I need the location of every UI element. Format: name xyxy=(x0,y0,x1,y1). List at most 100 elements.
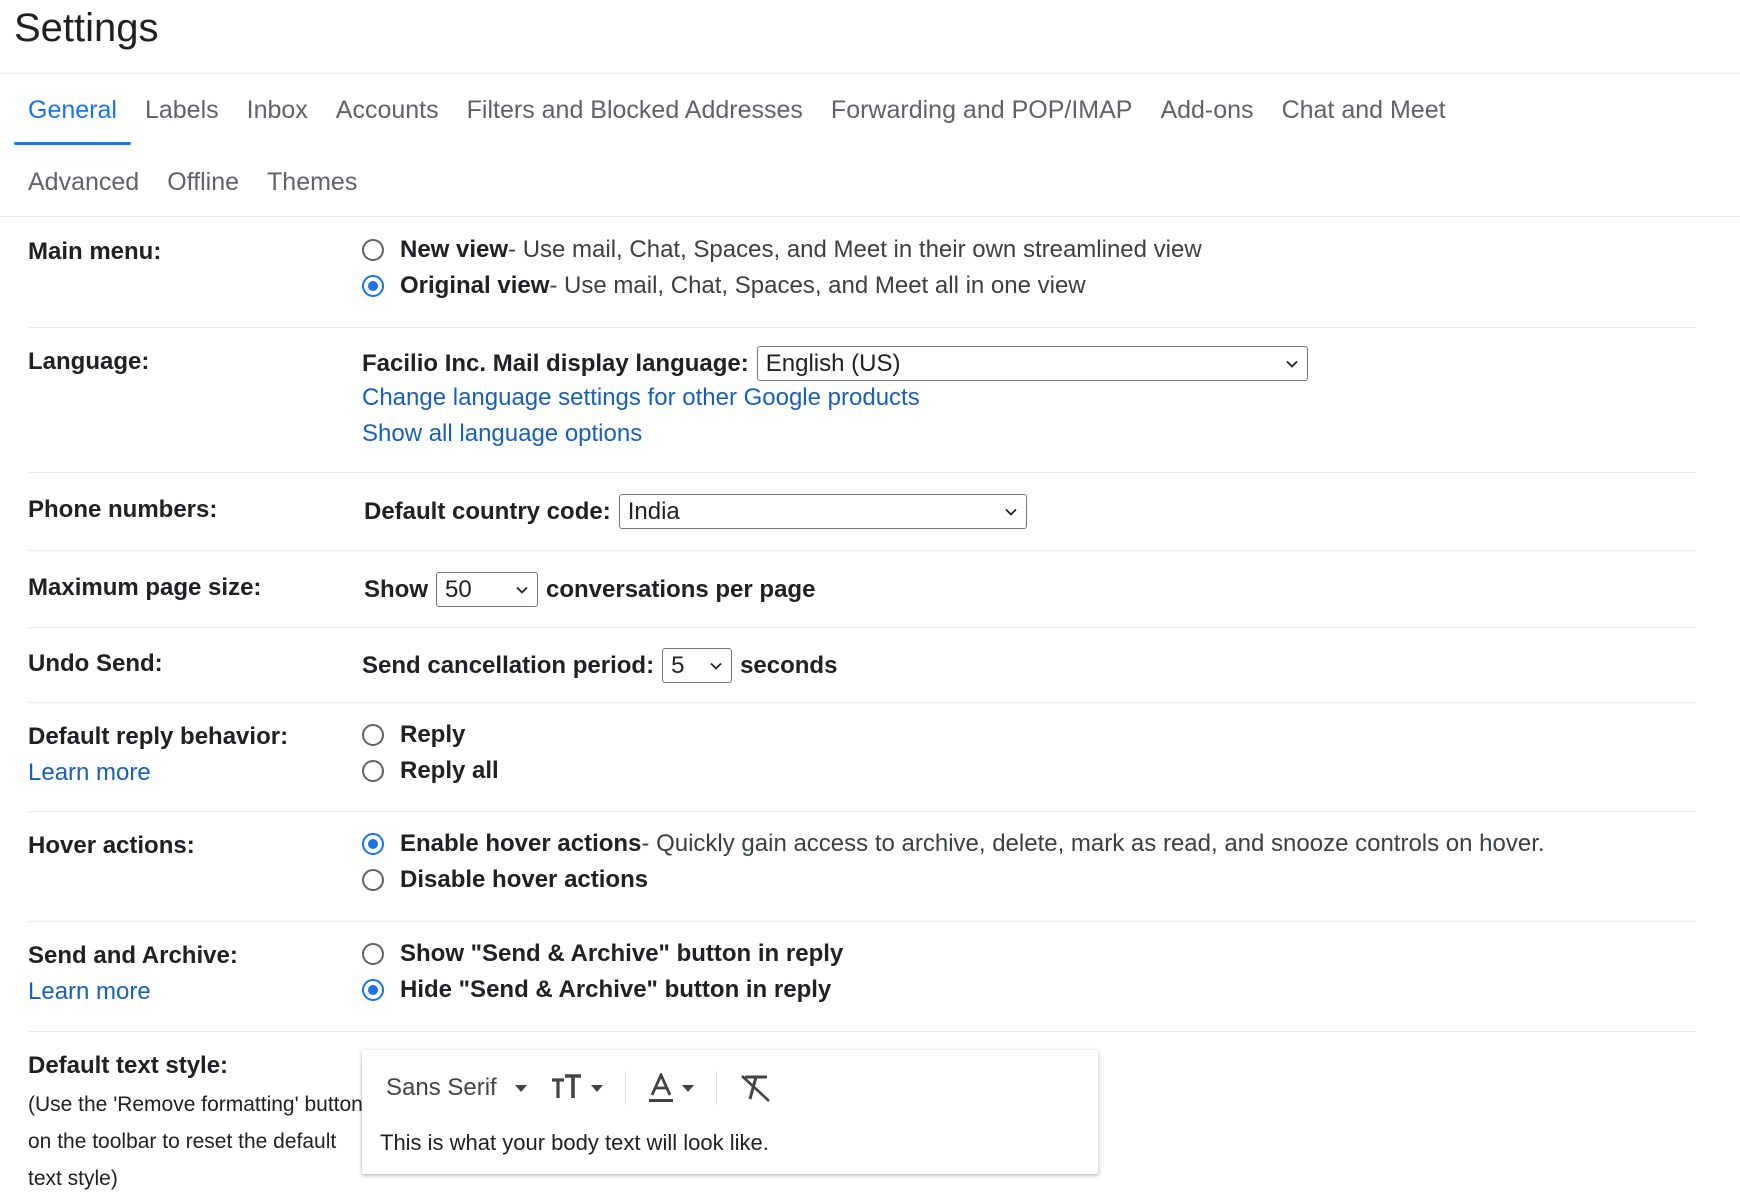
text-color-button[interactable] xyxy=(648,1073,694,1103)
chevron-down-icon xyxy=(710,662,722,670)
text-size-icon xyxy=(551,1074,581,1098)
country-code-value: India xyxy=(627,497,680,525)
new-view-desc: - Use mail, Chat, Spaces, and Meet in th… xyxy=(508,236,1202,263)
text-style-sample: This is what your body text will look li… xyxy=(380,1130,769,1155)
hide-send-archive-radio[interactable] xyxy=(362,979,384,1001)
caret-down-icon xyxy=(681,1084,694,1092)
page-size-prefix: Show xyxy=(364,575,428,603)
tab-labels[interactable]: Labels xyxy=(131,80,233,140)
original-view-title: Original view xyxy=(400,272,550,299)
disable-hover-option[interactable]: Disable hover actions xyxy=(362,866,648,894)
original-view-desc: - Use mail, Chat, Spaces, and Meet all i… xyxy=(549,272,1086,299)
text-color-icon xyxy=(648,1073,673,1102)
cancellation-period-select[interactable]: 5 xyxy=(662,648,733,683)
page-size-value: 50 xyxy=(445,575,472,603)
divider xyxy=(28,550,1696,551)
cancellation-period-value: 5 xyxy=(671,651,685,679)
send-archive-learn-more-link[interactable]: Learn more xyxy=(28,978,151,1006)
show-language-options-link[interactable]: Show all language options xyxy=(362,420,642,448)
settings-page: Settings General Labels Inbox Accounts F… xyxy=(0,0,1740,1200)
divider xyxy=(28,1031,1696,1032)
display-language-label: Facilio Inc. Mail display language: xyxy=(362,349,749,377)
reply-all-title: Reply all xyxy=(400,757,499,784)
tab-advanced[interactable]: Advanced xyxy=(14,152,153,212)
send-archive-setting: Send and Archive: Learn more Show "Send … xyxy=(28,940,1696,1030)
text-style-editor: Sans Serif This is what your body text w… xyxy=(362,1050,1098,1174)
show-send-archive-radio[interactable] xyxy=(362,943,384,965)
undo-send-row: Send cancellation period: 5 seconds xyxy=(362,648,837,683)
new-view-title: New view xyxy=(400,236,509,263)
text-size-button[interactable] xyxy=(551,1074,603,1102)
divider xyxy=(28,327,1696,328)
reply-title: Reply xyxy=(400,721,466,748)
country-code-label: Default country code: xyxy=(364,497,611,525)
show-send-archive-title: Show "Send & Archive" button in reply xyxy=(400,940,844,967)
tab-inbox[interactable]: Inbox xyxy=(233,80,322,140)
cancellation-period-suffix: seconds xyxy=(740,651,838,679)
disable-hover-title: Disable hover actions xyxy=(400,866,649,893)
country-code-select[interactable]: India xyxy=(618,494,1027,529)
remove-formatting-icon xyxy=(740,1075,770,1102)
hide-send-archive-title: Hide "Send & Archive" button in reply xyxy=(400,976,832,1003)
caret-down-icon xyxy=(590,1084,603,1092)
phone-numbers-setting: Phone numbers: Default country code: Ind… xyxy=(28,492,1696,542)
enable-hover-title: Enable hover actions xyxy=(400,830,642,857)
original-view-radio[interactable] xyxy=(362,275,384,297)
tab-chat-meet[interactable]: Chat and Meet xyxy=(1268,80,1460,140)
country-code-row: Default country code: India xyxy=(364,494,1027,529)
new-view-option[interactable]: New view - Use mail, Chat, Spaces, and M… xyxy=(362,236,1202,264)
tab-general[interactable]: General xyxy=(14,80,131,145)
undo-send-label: Undo Send: xyxy=(28,650,163,677)
display-language-select[interactable]: English (US) xyxy=(756,346,1308,381)
show-send-archive-option[interactable]: Show "Send & Archive" button in reply xyxy=(362,940,843,968)
reply-learn-more-link[interactable]: Learn more xyxy=(28,759,151,787)
hide-send-archive-option[interactable]: Hide "Send & Archive" button in reply xyxy=(362,976,831,1004)
tabs-row-2: Advanced Offline Themes xyxy=(0,152,371,212)
display-language-row: Facilio Inc. Mail display language: Engl… xyxy=(362,346,1308,381)
text-style-label: Default text style: xyxy=(28,1052,229,1079)
reply-all-radio[interactable] xyxy=(362,760,384,782)
divider xyxy=(28,627,1696,628)
original-view-option[interactable]: Original view - Use mail, Chat, Spaces, … xyxy=(362,272,1086,300)
new-view-radio[interactable] xyxy=(362,239,384,261)
tab-forwarding[interactable]: Forwarding and POP/IMAP xyxy=(817,80,1147,140)
disable-hover-radio[interactable] xyxy=(362,869,384,891)
display-language-value: English (US) xyxy=(765,349,901,377)
reply-all-option[interactable]: Reply all xyxy=(362,757,499,785)
language-label: Language: xyxy=(28,348,150,375)
main-menu-label: Main menu: xyxy=(28,238,162,265)
font-family-value: Sans Serif xyxy=(386,1074,497,1101)
caret-down-icon xyxy=(514,1084,527,1092)
page-title: Settings xyxy=(14,6,159,50)
enable-hover-option[interactable]: Enable hover actions - Quickly gain acce… xyxy=(362,830,1545,858)
divider xyxy=(28,811,1696,812)
enable-hover-desc: - Quickly gain access to archive, delete… xyxy=(641,830,1545,857)
remove-formatting-button[interactable] xyxy=(739,1073,773,1103)
reply-radio[interactable] xyxy=(362,724,384,746)
language-setting: Language: Facilio Inc. Mail display lang… xyxy=(28,346,1696,466)
tab-accounts[interactable]: Accounts xyxy=(322,80,453,140)
main-menu-setting: Main menu: New view - Use mail, Chat, Sp… xyxy=(28,236,1696,326)
font-family-dropdown[interactable]: Sans Serif xyxy=(386,1074,527,1102)
page-size-suffix: conversations per page xyxy=(546,575,816,603)
phone-numbers-label: Phone numbers: xyxy=(28,496,218,523)
reply-behavior-setting: Default reply behavior: Learn more Reply… xyxy=(28,721,1696,811)
page-size-select[interactable]: 50 xyxy=(436,572,538,607)
tab-themes[interactable]: Themes xyxy=(253,152,371,212)
divider xyxy=(28,702,1696,703)
change-language-link[interactable]: Change language settings for other Googl… xyxy=(362,384,920,412)
cancellation-period-label: Send cancellation period: xyxy=(362,651,655,679)
tab-offline[interactable]: Offline xyxy=(153,152,253,212)
tab-filters[interactable]: Filters and Blocked Addresses xyxy=(453,80,817,140)
page-size-row: Show 50 conversations per page xyxy=(364,572,815,607)
send-archive-label: Send and Archive: xyxy=(28,942,238,969)
toolbar-separator xyxy=(715,1071,717,1105)
page-size-label: Maximum page size: xyxy=(28,574,262,601)
chevron-down-icon xyxy=(1286,360,1298,368)
enable-hover-radio[interactable] xyxy=(362,833,384,855)
reply-option[interactable]: Reply xyxy=(362,721,465,749)
tab-addons[interactable]: Add-ons xyxy=(1146,80,1267,140)
divider xyxy=(28,921,1696,922)
text-style-note: (Use the 'Remove formatting' button on t… xyxy=(28,1093,363,1190)
formatting-toolbar: Sans Serif xyxy=(386,1068,785,1108)
